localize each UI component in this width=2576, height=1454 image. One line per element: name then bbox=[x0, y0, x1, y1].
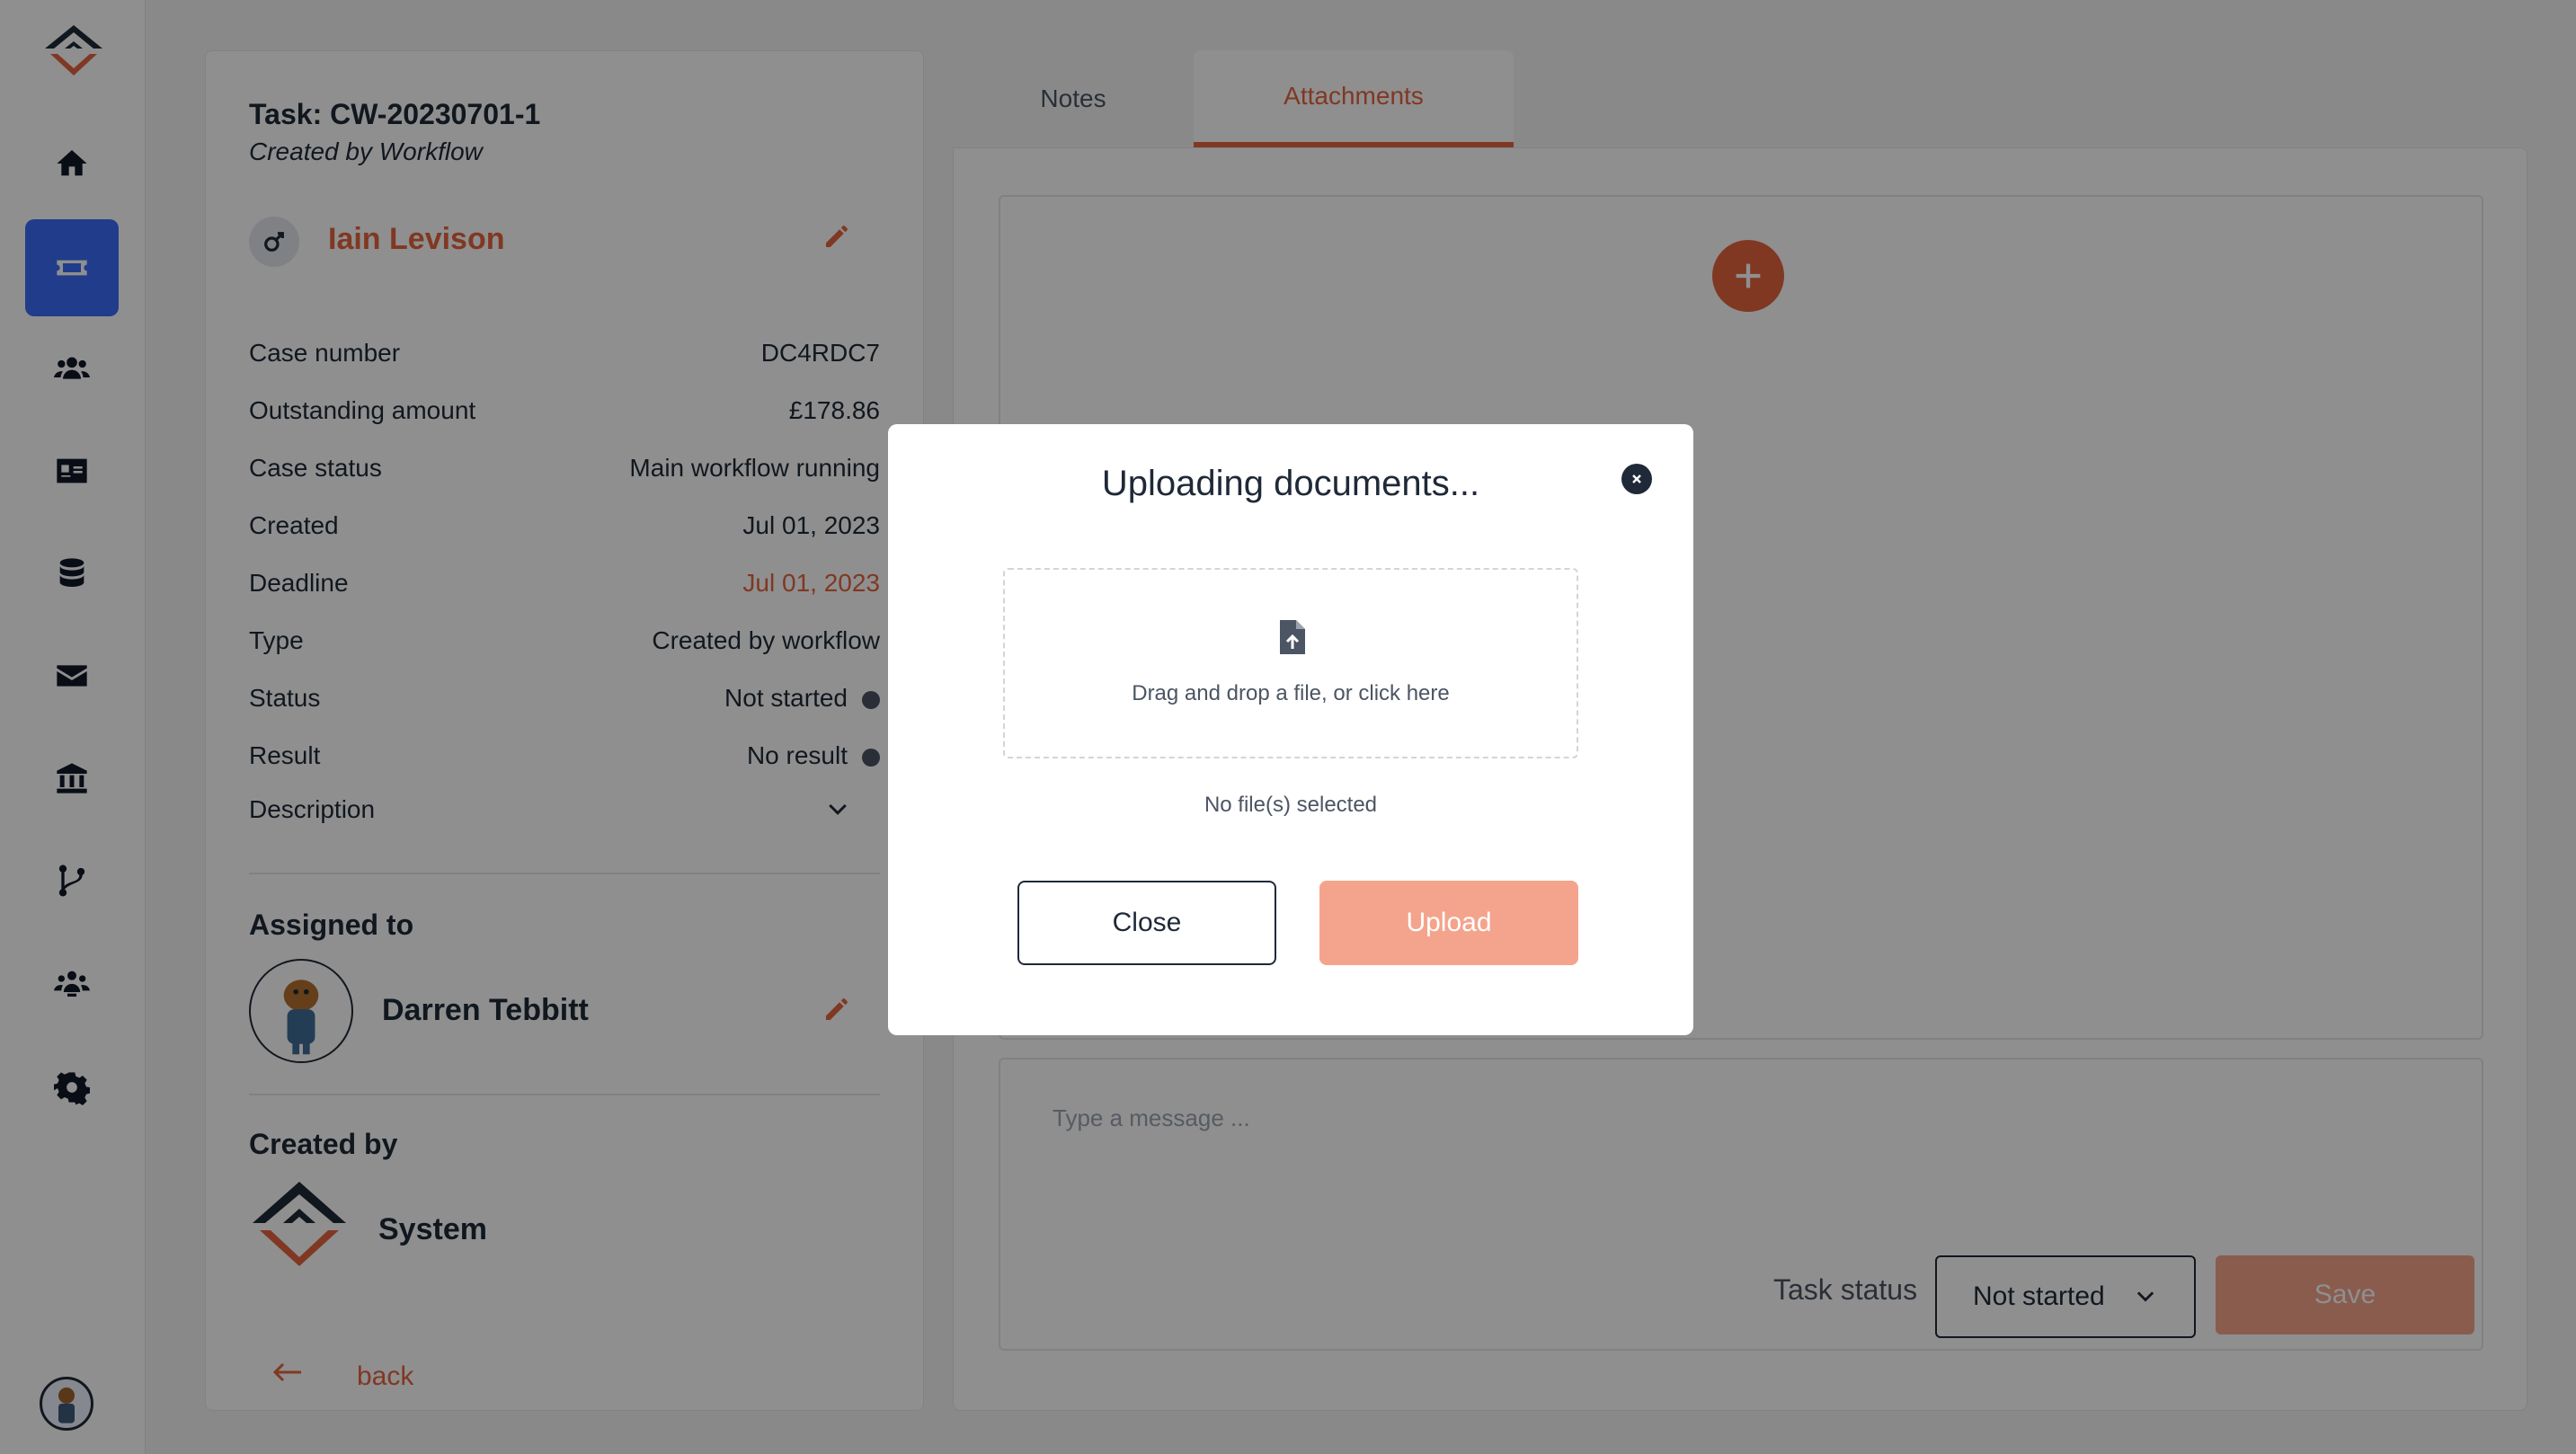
no-file-status: No file(s) selected bbox=[1204, 793, 1378, 817]
close-icon bbox=[1632, 474, 1641, 483]
close-button[interactable]: Close bbox=[1017, 881, 1276, 965]
modal-title: Uploading documents... bbox=[1101, 464, 1480, 503]
upload-button[interactable]: Upload bbox=[1319, 881, 1578, 965]
dropzone-text: Drag and drop a file, or click here bbox=[1132, 681, 1450, 705]
upload-modal: Uploading documents... Drag and drop a f… bbox=[888, 424, 1693, 1035]
file-dropzone[interactable]: Drag and drop a file, or click here bbox=[1003, 568, 1578, 758]
file-upload-icon bbox=[1280, 620, 1305, 654]
modal-close-button[interactable] bbox=[1621, 464, 1652, 494]
